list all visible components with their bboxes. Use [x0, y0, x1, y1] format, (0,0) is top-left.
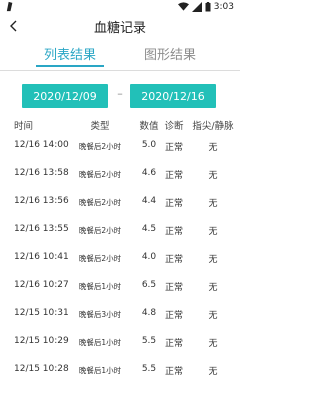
row-time: 12/16 13:55: [14, 224, 69, 234]
tab-list-results[interactable]: 列表结果: [20, 44, 120, 63]
row-type: 晚餐后2小时: [78, 198, 122, 207]
date-separator: –: [117, 87, 123, 100]
row-type: 晚餐后2小时: [78, 170, 122, 179]
table-row: 12/16 13:55 晚餐后2小时 4.5 正常 无: [0, 224, 240, 252]
row-type: 晚餐后1小时: [78, 282, 122, 291]
wifi-icon: [177, 2, 189, 11]
row-type: 晚餐后1小时: [78, 366, 122, 375]
row-type: 晚餐后1小时: [78, 338, 122, 347]
table-row: 12/16 10:27 晚餐后1小时 6.5 正常 无: [0, 280, 240, 308]
row-time: 12/15 10:31: [14, 308, 69, 318]
date-range: 2020/12/09 – 2020/12/16: [0, 84, 240, 108]
row-source: 无: [208, 227, 218, 237]
column-header-source: 指尖/静脉: [192, 121, 234, 132]
row-source: 无: [208, 199, 218, 209]
row-time: 12/16 13:56: [14, 196, 69, 206]
start-date-button[interactable]: 2020/12/09: [22, 84, 108, 108]
row-value: 5.0: [141, 140, 157, 150]
row-value: 4.5: [141, 224, 157, 234]
row-time: 12/16 10:41: [14, 252, 69, 262]
row-diagnosis: 正常: [164, 339, 183, 349]
row-value: 4.4: [141, 196, 157, 206]
row-source: 无: [208, 255, 218, 265]
battery-icon: [205, 2, 211, 12]
status-indicators: 3:03: [177, 1, 234, 13]
row-diagnosis: 正常: [164, 255, 183, 265]
table-row: 12/16 14:00 晚餐后2小时 5.0 正常 无: [0, 140, 240, 168]
table-row: 12/15 10:31 晚餐后3小时 4.8 正常 无: [0, 308, 240, 336]
row-time: 12/15 10:28: [14, 364, 69, 374]
tab-chart-results[interactable]: 图形结果: [120, 44, 220, 63]
row-source: 无: [208, 339, 218, 349]
divider: [0, 70, 240, 71]
row-source: 无: [208, 171, 218, 181]
row-type: 晚餐后3小时: [78, 310, 122, 319]
row-source: 无: [208, 143, 218, 153]
end-date-button[interactable]: 2020/12/16: [130, 84, 216, 108]
row-value: 5.5: [141, 364, 157, 374]
signal-icon: [191, 2, 202, 12]
table-row: 12/16 13:56 晚餐后2小时 4.4 正常 无: [0, 196, 240, 224]
row-time: 12/15 10:29: [14, 336, 69, 346]
status-bar: 3:03: [0, 0, 240, 14]
row-source: 无: [208, 311, 218, 321]
table-header: 时间 类型 数值 诊断 指尖/静脉: [0, 118, 240, 140]
row-value: 4.0: [141, 252, 157, 262]
table-row: 12/16 13:58 晚餐后2小时 4.6 正常 无: [0, 168, 240, 196]
row-diagnosis: 正常: [164, 171, 183, 181]
notification-icon: [6, 1, 13, 12]
row-source: 无: [208, 367, 218, 377]
row-value: 6.5: [141, 280, 157, 290]
row-diagnosis: 正常: [164, 227, 183, 237]
app-header: 血糖记录: [0, 14, 240, 40]
row-time: 12/16 10:27: [14, 280, 69, 290]
table-row: 12/16 10:41 晚餐后2小时 4.0 正常 无: [0, 252, 240, 280]
column-header-diagnosis: 诊断: [164, 121, 184, 132]
column-header-value: 数值: [139, 121, 159, 132]
row-type: 晚餐后2小时: [78, 254, 122, 263]
row-value: 5.5: [141, 336, 157, 346]
row-value: 4.8: [141, 308, 157, 318]
row-diagnosis: 正常: [164, 143, 183, 153]
table-row: 12/15 10:28 晚餐后1小时 5.5 正常 无: [0, 364, 240, 392]
row-diagnosis: 正常: [164, 367, 183, 377]
row-diagnosis: 正常: [164, 199, 183, 209]
records-table: 时间 类型 数值 诊断 指尖/静脉 12/16 14:00 晚餐后2小时 5.0…: [0, 118, 240, 392]
tab-bar: 列表结果 图形结果: [0, 44, 240, 68]
page-title: 血糖记录: [93, 21, 146, 36]
row-value: 4.6: [141, 168, 157, 178]
row-type: 晚餐后2小时: [78, 226, 122, 235]
row-type: 晚餐后2小时: [78, 142, 122, 151]
row-time: 12/16 14:00: [14, 140, 69, 150]
table-row: 12/15 10:29 晚餐后1小时 5.5 正常 无: [0, 336, 240, 364]
active-tab-indicator: [36, 65, 104, 67]
status-time: 3:03: [213, 2, 234, 12]
row-time: 12/16 13:58: [14, 168, 69, 178]
column-header-type: 类型: [90, 121, 110, 132]
row-diagnosis: 正常: [164, 283, 183, 293]
row-diagnosis: 正常: [164, 311, 183, 321]
row-source: 无: [208, 283, 218, 293]
column-header-time: 时间: [14, 121, 34, 132]
